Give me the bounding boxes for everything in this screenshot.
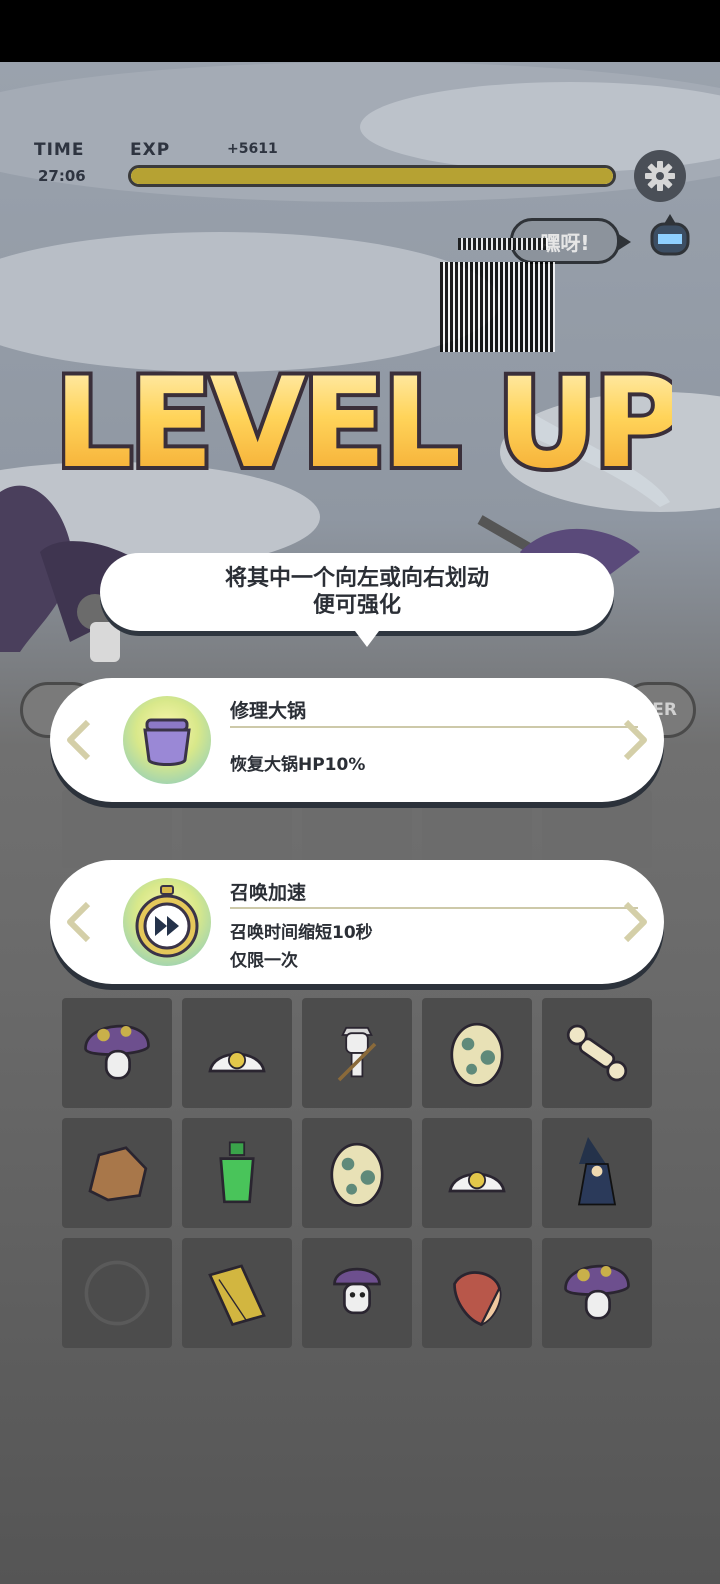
green-potion-icon	[219, 1141, 255, 1204]
inventory-slot[interactable]	[182, 1118, 292, 1228]
inventory-slot[interactable]	[422, 998, 532, 1108]
inventory-slot[interactable]	[302, 1238, 412, 1348]
upgrade-divider	[230, 726, 638, 728]
damage-number-glitch	[458, 238, 548, 250]
mushroom-icon	[564, 1264, 630, 1320]
knight-helmet-icon	[650, 214, 690, 256]
upgrade-title: 召唤加速	[230, 882, 307, 904]
chevron-right-icon[interactable]	[622, 720, 650, 760]
exp-bar-fill	[131, 168, 613, 184]
upgrade-card-repair-pot[interactable]: 修理大锅 恢复大锅HP10%	[50, 678, 664, 802]
upgrade-icon-circle	[123, 878, 211, 966]
inventory-slot[interactable]	[62, 1118, 172, 1228]
broom-icon	[208, 1264, 266, 1327]
upgrade-desc-line-1: 召唤时间缩短10秒	[230, 923, 373, 943]
exp-bar	[128, 165, 616, 187]
chevron-right-icon[interactable]	[622, 902, 650, 942]
inventory-slot[interactable]	[182, 1238, 292, 1348]
chevron-left-icon[interactable]	[64, 720, 92, 760]
fried-egg-icon	[448, 1171, 506, 1193]
inventory-slot[interactable]	[62, 998, 172, 1108]
upgrade-desc-line-2: 仅限一次	[230, 951, 298, 971]
spotted-egg-icon	[330, 1142, 384, 1207]
inventory-slot[interactable]	[62, 1238, 172, 1348]
witch-icon	[577, 1137, 617, 1206]
inventory-slot[interactable]	[182, 998, 292, 1108]
upgrade-desc-line-1: 恢复大锅HP10%	[230, 755, 366, 775]
upgrade-icon-circle	[123, 696, 211, 784]
upgrade-card-summon-speed[interactable]: 召唤加速 召唤时间缩短10秒 仅限一次	[50, 860, 664, 984]
time-label: TIME	[34, 140, 85, 160]
inventory-slot[interactable]	[542, 998, 652, 1108]
inventory-slot[interactable]	[302, 998, 412, 1108]
mushroom-creature-icon	[333, 1267, 381, 1315]
inventory-slot[interactable]	[422, 1118, 532, 1228]
tip-line-1: 将其中一个向左或向右划动	[224, 566, 489, 591]
inventory-slot[interactable]	[302, 1118, 412, 1228]
mushroom-icon	[84, 1024, 150, 1080]
fried-egg-icon	[208, 1051, 266, 1073]
time-value: 27:06	[38, 167, 86, 185]
viking-skeleton-icon	[337, 1026, 377, 1082]
upgrade-divider	[230, 907, 638, 909]
inventory-slot[interactable]	[422, 1238, 532, 1348]
bone-icon	[566, 1024, 628, 1082]
level-up-text: LEVEL UP	[62, 352, 672, 496]
damage-number-glitch	[440, 262, 555, 352]
inventory-slot[interactable]	[542, 1238, 652, 1348]
exp-label: EXP	[130, 140, 171, 160]
exp-gain: +5611	[227, 141, 278, 157]
meat-icon	[453, 1271, 502, 1327]
stopwatch-fast-forward-icon	[135, 885, 199, 958]
empty-slot-icon	[84, 1260, 150, 1326]
upgrade-title: 修理大锅	[230, 700, 307, 722]
swipe-tip: 将其中一个向左或向右划动 便可强化	[100, 553, 614, 647]
pot-icon	[143, 718, 191, 766]
gear-icon	[645, 161, 675, 191]
tip-line-2: 便可强化	[312, 593, 401, 618]
rock-icon	[88, 1146, 148, 1202]
inventory-slot[interactable]	[542, 1118, 652, 1228]
spotted-egg-icon	[450, 1022, 504, 1087]
level-up-banner: LEVEL UP	[62, 348, 672, 498]
settings-button[interactable]	[634, 150, 686, 202]
status-bar	[0, 0, 720, 62]
chevron-left-icon[interactable]	[64, 902, 92, 942]
